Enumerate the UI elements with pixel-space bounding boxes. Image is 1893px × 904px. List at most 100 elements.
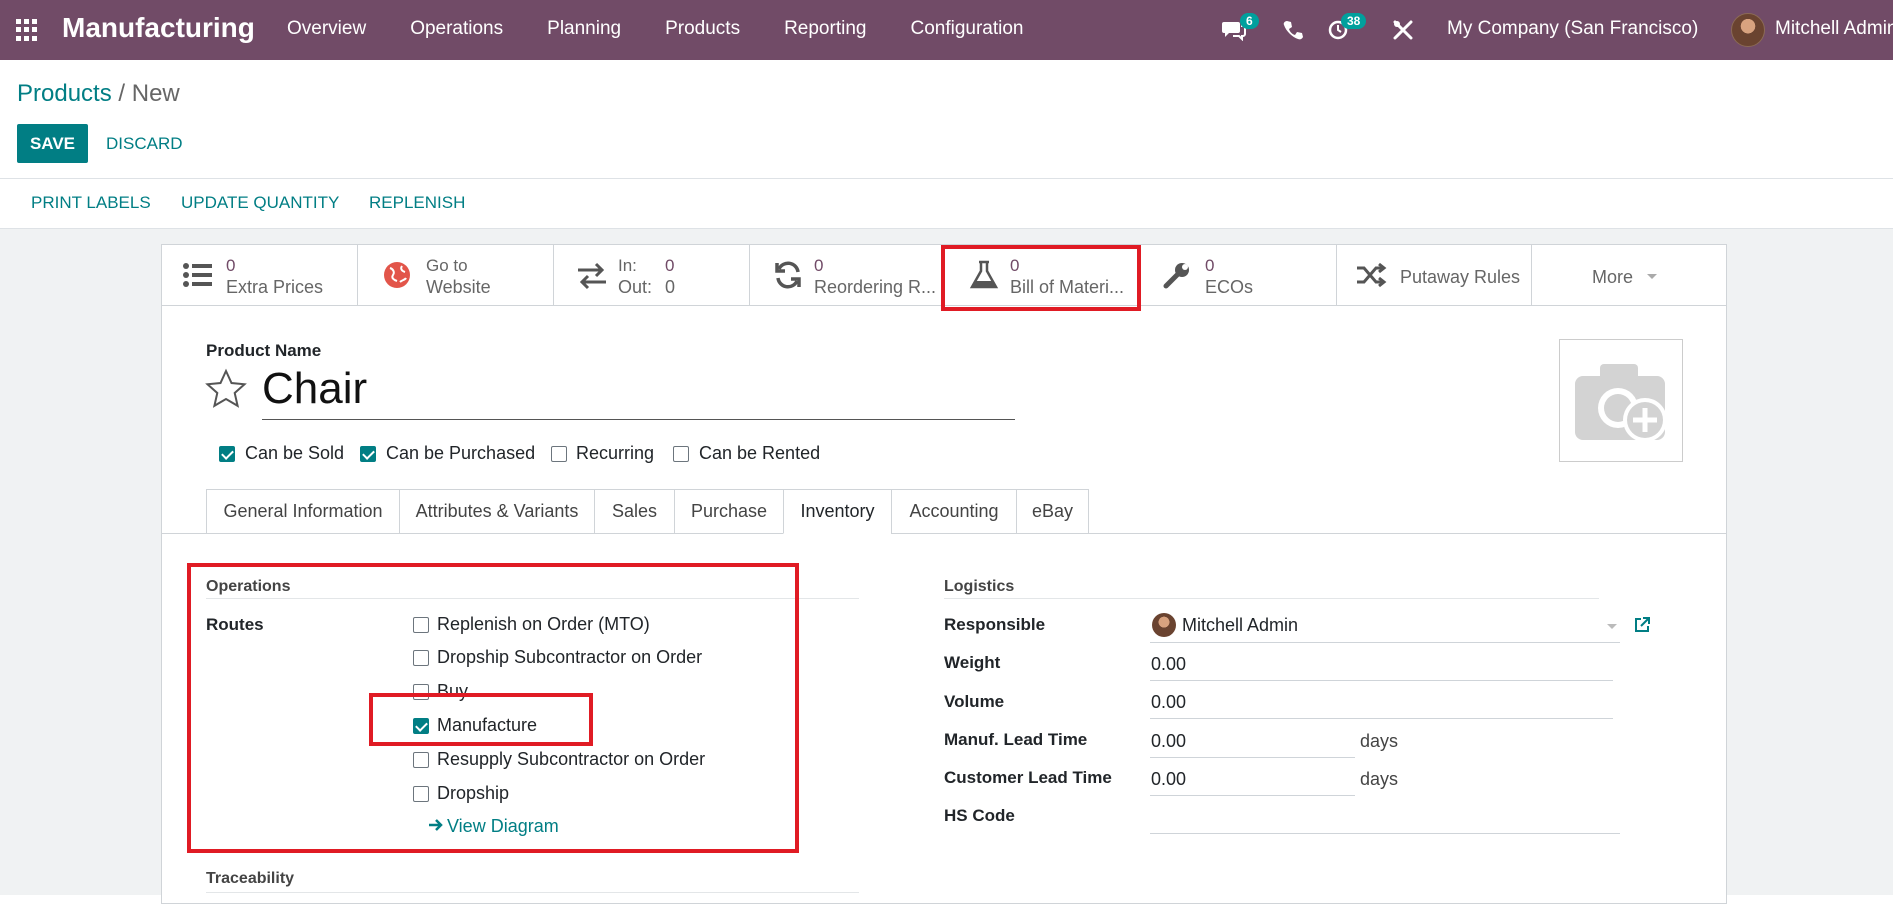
manuf-lead-time-input[interactable]: 0.00	[1151, 731, 1186, 752]
caret-down-icon[interactable]	[1606, 623, 1618, 631]
user-menu[interactable]: Mitchell Admin	[1775, 18, 1893, 40]
wrench-icon	[1163, 263, 1189, 289]
extra-prices-button[interactable]: 0 Extra Prices	[162, 245, 358, 305]
ecos-count: 0	[1205, 256, 1215, 275]
replenish-button[interactable]: REPLENISH	[369, 193, 465, 213]
in-out-button[interactable]: In: 0 Out: 0	[554, 245, 750, 305]
can-be-purchased-checkbox[interactable]	[360, 446, 376, 462]
manuf-lead-time-underline	[1150, 757, 1355, 758]
customer-lead-time-input[interactable]: 0.00	[1151, 769, 1186, 790]
product-image[interactable]	[1559, 339, 1683, 462]
tab-general-information[interactable]: General Information	[206, 489, 400, 534]
out-value: 0	[665, 277, 676, 297]
menu-operations[interactable]: Operations	[410, 18, 503, 40]
user-avatar[interactable]	[1731, 13, 1765, 47]
tab-ebay[interactable]: eBay	[1016, 489, 1089, 534]
putaway-label: Putaway Rules	[1400, 267, 1521, 287]
hs-code-underline	[1150, 833, 1620, 834]
reordering-rules-button[interactable]: 0 Reordering R...	[750, 245, 943, 305]
breadcrumb-current: New	[131, 80, 180, 107]
hs-code-label: HS Code	[944, 806, 1015, 825]
random-icon	[1357, 262, 1387, 288]
traceability-section-title: Traceability	[206, 870, 295, 887]
weight-input[interactable]: 0.00	[1151, 654, 1186, 675]
putaway-rules-button[interactable]: Putaway Rules	[1337, 245, 1532, 305]
section-divider	[206, 892, 859, 893]
in-label: In:	[618, 256, 637, 275]
ecos-label: ECOs	[1205, 277, 1254, 297]
tab-attributes-variants[interactable]: Attributes & Variants	[399, 489, 595, 534]
tab-purchase[interactable]: Purchase	[674, 489, 784, 534]
top-navbar: Manufacturing Overview Operations Planni…	[0, 0, 1893, 60]
update-quantity-button[interactable]: UPDATE QUANTITY	[181, 193, 339, 213]
messages-badge: 6	[1240, 13, 1259, 29]
reordering-label: Reordering R...	[814, 277, 937, 297]
can-be-sold-label: Can be Sold	[245, 443, 345, 463]
breadcrumb: Products / New	[17, 80, 180, 108]
tab-inventory[interactable]: Inventory	[783, 489, 892, 534]
in-value: 0	[665, 256, 675, 275]
recurring-checkbox[interactable]	[551, 446, 567, 462]
product-name-input[interactable]: Chair	[262, 364, 367, 414]
recurring-label: Recurring	[576, 443, 655, 463]
print-labels-button[interactable]: PRINT LABELS	[31, 193, 151, 213]
website-line1: Go to	[426, 256, 468, 275]
section-divider	[944, 598, 1599, 599]
weight-underline	[1150, 680, 1613, 681]
breadcrumb-products[interactable]: Products	[17, 80, 112, 107]
responsible-avatar	[1152, 613, 1176, 637]
activities-badge: 38	[1341, 13, 1367, 29]
can-be-purchased-label: Can be Purchased	[386, 443, 536, 463]
manuf-lead-time-label: Manuf. Lead Time	[944, 730, 1088, 749]
responsible-label: Responsible	[944, 615, 1046, 634]
product-name-underline	[262, 419, 1015, 420]
ecos-button[interactable]: 0 ECOs	[1139, 245, 1337, 305]
menu-products[interactable]: Products	[665, 18, 740, 40]
discard-button[interactable]: DISCARD	[106, 134, 183, 154]
refresh-icon	[775, 261, 801, 289]
customer-lead-time-unit: days	[1360, 769, 1399, 789]
volume-input[interactable]: 0.00	[1151, 692, 1186, 713]
extra-prices-count: 0	[226, 256, 236, 275]
tab-accounting[interactable]: Accounting	[891, 489, 1017, 534]
tab-sales[interactable]: Sales	[594, 489, 675, 534]
product-name-label: Product Name	[206, 341, 322, 360]
more-label: More	[1592, 267, 1634, 287]
menu-reporting[interactable]: Reporting	[784, 18, 866, 40]
go-to-website-button[interactable]: Go to Website	[358, 245, 554, 305]
out-label: Out:	[618, 277, 653, 297]
globe-icon	[384, 262, 410, 288]
top-menu: Overview Operations Planning Products Re…	[287, 18, 1068, 40]
weight-label: Weight	[944, 653, 1001, 672]
menu-configuration[interactable]: Configuration	[910, 18, 1023, 40]
responsible-field[interactable]: Mitchell Admin	[1182, 615, 1298, 636]
list-icon	[183, 263, 212, 287]
star-icon[interactable]	[205, 368, 247, 410]
apps-menu-icon[interactable]	[16, 19, 40, 41]
app-title[interactable]: Manufacturing	[62, 12, 255, 44]
menu-overview[interactable]: Overview	[287, 18, 366, 40]
more-button[interactable]: More	[1532, 245, 1726, 305]
can-be-rented-checkbox[interactable]	[673, 446, 689, 462]
volume-label: Volume	[944, 692, 1005, 711]
menu-planning[interactable]: Planning	[547, 18, 621, 40]
highlight-box-manufacture	[369, 693, 593, 746]
caret-down-icon	[1647, 274, 1657, 279]
logistics-section-title: Logistics	[944, 578, 1015, 595]
highlight-box-bom	[941, 245, 1141, 311]
can-be-sold-checkbox[interactable]	[219, 446, 235, 462]
tools-icon[interactable]	[1392, 19, 1414, 41]
customer-lead-time-label: Customer Lead Time	[944, 768, 1112, 787]
save-button[interactable]: SAVE	[17, 124, 88, 163]
manuf-lead-time-unit: days	[1360, 731, 1399, 751]
volume-underline	[1150, 718, 1613, 719]
can-be-rented-label: Can be Rented	[699, 443, 821, 463]
exchange-icon	[578, 262, 606, 290]
extra-prices-label: Extra Prices	[226, 277, 324, 297]
customer-lead-time-underline	[1150, 795, 1355, 796]
company-switcher[interactable]: My Company (San Francisco)	[1447, 18, 1698, 40]
external-link-icon[interactable]	[1633, 616, 1651, 634]
phone-icon[interactable]	[1283, 20, 1303, 40]
camera-add-icon	[1575, 364, 1667, 442]
reordering-count: 0	[814, 256, 824, 275]
